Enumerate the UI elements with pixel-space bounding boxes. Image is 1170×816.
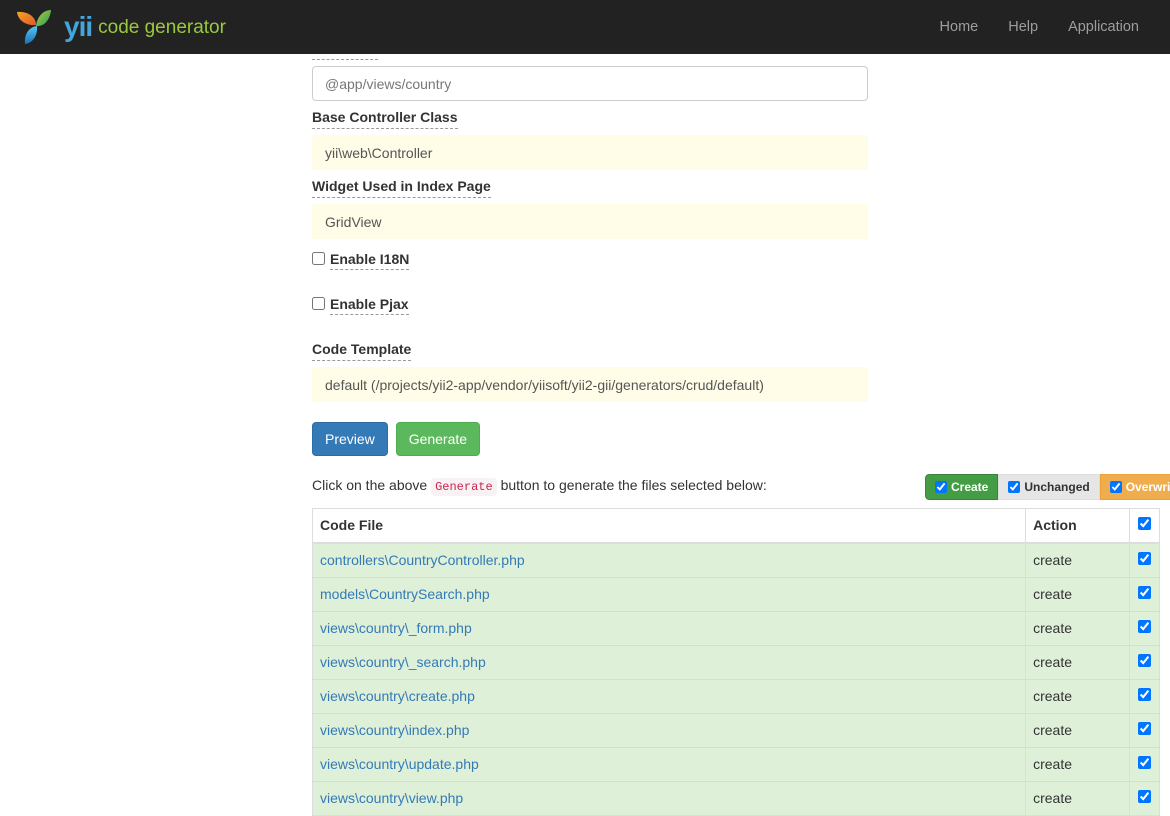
widget-used-in-index-page-label: Widget Used in Index Page <box>312 178 491 198</box>
brand-logo-link[interactable]: yii code generator <box>0 0 226 54</box>
cell-code-file: models\CountrySearch.php <box>313 578 1026 612</box>
row-select-checkbox[interactable] <box>1138 552 1151 565</box>
cell-action: create <box>1026 578 1130 612</box>
cell-action: create <box>1026 646 1130 680</box>
cell-action: create <box>1026 680 1130 714</box>
cell-select <box>1130 612 1160 646</box>
view-path-input[interactable] <box>312 66 868 101</box>
code-files-table-body: controllers\CountryController.phpcreatem… <box>313 543 1160 816</box>
cell-code-file: views\country\_search.php <box>313 646 1026 680</box>
column-header-action: Action <box>1026 509 1130 544</box>
table-row: models\CountrySearch.php create <box>313 578 1160 612</box>
code-file-link[interactable]: views\country\_search.php <box>320 654 486 670</box>
cell-select <box>1130 646 1160 680</box>
nav-link-help[interactable]: Help <box>993 0 1053 54</box>
brand-name-yii: yii <box>64 13 92 41</box>
enable-pjax-checkbox[interactable] <box>312 297 325 310</box>
generator-form-page: View Path Base Controller Class Widget U… <box>0 0 1170 816</box>
legend-unchanged-label: Unchanged <box>1024 478 1089 496</box>
code-file-link[interactable]: views\country\view.php <box>320 790 463 806</box>
widget-used-in-index-page-input[interactable] <box>312 204 868 239</box>
legend-create-checkbox[interactable] <box>935 481 947 493</box>
nav-link-home[interactable]: Home <box>925 0 994 54</box>
code-template-label: Code Template <box>312 341 411 361</box>
field-group-enable-i18n: Enable I18N <box>312 251 1170 270</box>
cell-select <box>1130 543 1160 578</box>
field-group-base-controller-class: Base Controller Class <box>312 109 1170 170</box>
field-group-widget-used-in-index-page: Widget Used in Index Page <box>312 178 1170 239</box>
row-select-checkbox[interactable] <box>1138 688 1151 701</box>
legend-toggle-unchanged[interactable]: Unchanged <box>998 474 1099 500</box>
form-action-buttons: Preview Generate <box>312 422 1170 456</box>
cell-select <box>1130 680 1160 714</box>
table-row: views\country\index.php create <box>313 714 1160 748</box>
row-select-checkbox[interactable] <box>1138 586 1151 599</box>
cell-code-file: views\country\_form.php <box>313 612 1026 646</box>
table-row: views\country\_form.php create <box>313 612 1160 646</box>
cell-select <box>1130 748 1160 782</box>
legend-overwrite-checkbox[interactable] <box>1110 481 1122 493</box>
code-file-link[interactable]: views\country\create.php <box>320 688 475 704</box>
nav-link-application[interactable]: Application <box>1053 0 1154 54</box>
yii-logo-icon <box>14 6 56 48</box>
field-group-enable-pjax: Enable Pjax <box>312 296 1170 315</box>
cell-code-file: views\country\view.php <box>313 782 1026 816</box>
row-select-checkbox[interactable] <box>1138 722 1151 735</box>
table-header-row: Code File Action <box>313 509 1160 544</box>
cell-action: create <box>1026 612 1130 646</box>
cell-action: create <box>1026 748 1130 782</box>
cell-code-file: views\country\update.php <box>313 748 1026 782</box>
code-file-link[interactable]: controllers\CountryController.php <box>320 552 525 568</box>
enable-i18n-label: Enable I18N <box>330 251 409 270</box>
code-files-table-head: Code File Action <box>313 509 1160 544</box>
top-navbar: yii code generator Home Help Application <box>0 0 1170 54</box>
row-select-checkbox[interactable] <box>1138 620 1151 633</box>
cell-code-file: controllers\CountryController.php <box>313 543 1026 578</box>
column-header-code-file: Code File <box>313 509 1026 544</box>
brand-name-subtitle: code generator <box>98 18 226 37</box>
primary-nav: Home Help Application <box>925 0 1170 54</box>
field-group-code-template: Code Template <box>312 341 1170 402</box>
row-select-checkbox[interactable] <box>1138 756 1151 769</box>
row-select-checkbox[interactable] <box>1138 790 1151 803</box>
legend-create-label: Create <box>951 478 988 496</box>
code-file-link[interactable]: models\CountrySearch.php <box>320 586 490 602</box>
legend-overwrite-label: Overwrite <box>1126 478 1170 496</box>
table-row: views\country\_search.php create <box>313 646 1160 680</box>
hint-text-before: Click on the above <box>312 477 427 493</box>
code-template-input[interactable] <box>312 367 868 402</box>
preview-button[interactable]: Preview <box>312 422 388 456</box>
table-row: views\country\update.php create <box>313 748 1160 782</box>
row-select-checkbox[interactable] <box>1138 654 1151 667</box>
hint-text-after: button to generate the files selected be… <box>501 477 767 493</box>
enable-pjax-label: Enable Pjax <box>330 296 409 315</box>
table-row: views\country\view.php create <box>313 782 1160 816</box>
table-row: controllers\CountryController.php create <box>313 543 1160 578</box>
code-file-link[interactable]: views\country\index.php <box>320 722 469 738</box>
cell-code-file: views\country\index.php <box>313 714 1026 748</box>
select-all-checkbox[interactable] <box>1138 517 1151 530</box>
file-status-legend: Create Unchanged Overwrite <box>925 474 1170 500</box>
enable-i18n-checkbox[interactable] <box>312 252 325 265</box>
cell-select <box>1130 782 1160 816</box>
cell-action: create <box>1026 543 1130 578</box>
code-file-link[interactable]: views\country\_form.php <box>320 620 472 636</box>
cell-action: create <box>1026 714 1130 748</box>
code-files-table: Code File Action controllers\CountryCont… <box>312 508 1160 816</box>
table-row: views\country\create.php create <box>313 680 1160 714</box>
cell-select <box>1130 714 1160 748</box>
cell-action: create <box>1026 782 1130 816</box>
code-file-link[interactable]: views\country\update.php <box>320 756 479 772</box>
legend-toggle-overwrite[interactable]: Overwrite <box>1100 474 1170 500</box>
base-controller-class-label: Base Controller Class <box>312 109 458 129</box>
legend-unchanged-checkbox[interactable] <box>1008 481 1020 493</box>
hint-code-generate: Generate <box>431 478 497 496</box>
legend-toggle-create[interactable]: Create <box>925 474 998 500</box>
generate-button[interactable]: Generate <box>396 422 480 456</box>
cell-code-file: views\country\create.php <box>313 680 1026 714</box>
cell-select <box>1130 578 1160 612</box>
column-header-select-all <box>1130 509 1160 544</box>
base-controller-class-input[interactable] <box>312 135 868 170</box>
